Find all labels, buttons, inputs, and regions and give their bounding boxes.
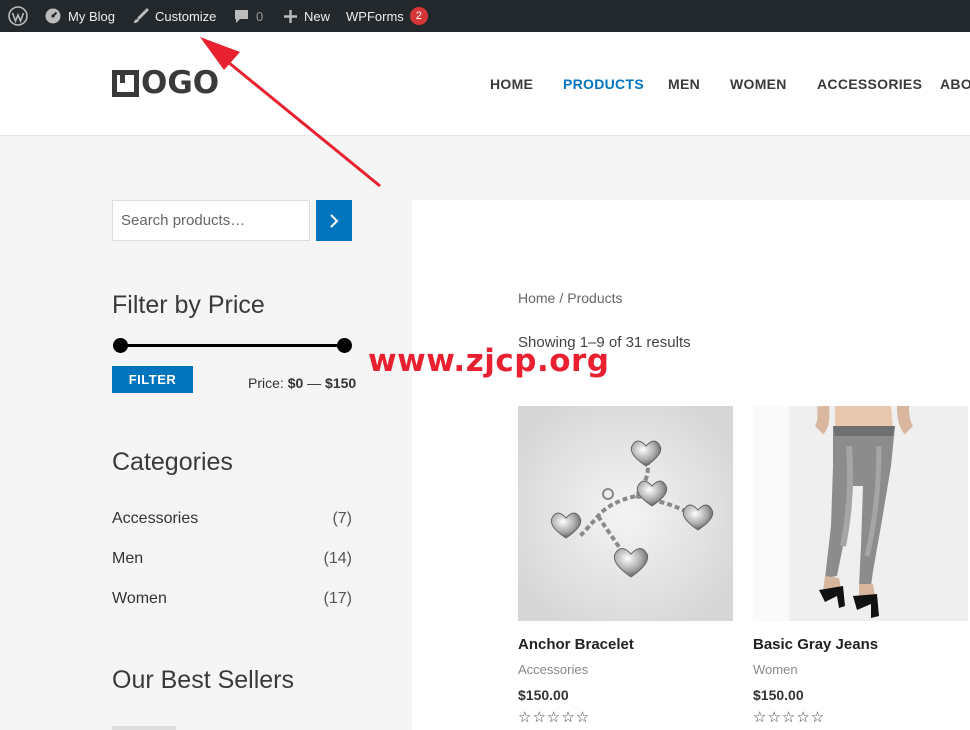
product-title[interactable]: Anchor Bracelet xyxy=(518,636,634,653)
nav-item-products[interactable]: PRODUCTS xyxy=(563,76,644,92)
product-search-input[interactable]: Search products… xyxy=(112,200,310,241)
site-logo[interactable]: OGO xyxy=(112,65,220,101)
chevron-right-icon xyxy=(330,213,339,228)
breadcrumb-current: Products xyxy=(567,290,623,306)
site-name-label: My Blog xyxy=(68,8,115,24)
admin-bar: My Blog Customize 0 New WPForms 2 xyxy=(0,0,970,32)
price-slider-track[interactable] xyxy=(120,344,344,347)
price-slider-max-handle[interactable] xyxy=(337,338,352,353)
star-rating: ☆☆☆☆☆ xyxy=(753,709,826,726)
category-name[interactable]: Women xyxy=(112,590,167,608)
nav-item-home[interactable]: HOME xyxy=(490,76,533,92)
search-submit-button[interactable] xyxy=(316,200,352,241)
wpforms-menu[interactable]: WPForms 2 xyxy=(346,0,428,32)
nav-item-men[interactable]: MEN xyxy=(668,76,700,92)
category-count: (7) xyxy=(332,510,352,527)
product-price: $150.00 xyxy=(753,687,804,703)
category-item[interactable]: Women (17) xyxy=(112,590,352,608)
filter-button[interactable]: FILTER xyxy=(112,366,193,393)
comments-link[interactable]: 0 xyxy=(233,0,263,32)
product-card[interactable]: Basic Gray Jeans Women $150.00 ☆☆☆☆☆ xyxy=(753,406,968,726)
logo-text: OGO xyxy=(141,65,220,101)
comments-count: 0 xyxy=(256,8,264,24)
category-item[interactable]: Accessories (7) xyxy=(112,510,352,528)
price-min: $0 xyxy=(287,375,304,391)
bracelet-icon xyxy=(518,406,733,621)
jeans-model-icon xyxy=(753,406,968,621)
product-title[interactable]: Basic Gray Jeans xyxy=(753,636,878,653)
watermark-text: www.zjcp.org xyxy=(368,343,610,379)
price-max: $150 xyxy=(325,375,357,391)
wordpress-menu[interactable] xyxy=(8,0,28,32)
dashboard-icon xyxy=(45,8,61,24)
search-placeholder: Search products… xyxy=(121,212,246,229)
category-count: (14) xyxy=(323,550,352,567)
categories-title: Categories xyxy=(112,448,233,476)
best-sellers-title: Our Best Sellers xyxy=(112,666,295,694)
product-card[interactable]: Anchor Bracelet Accessories $150.00 ☆☆☆☆… xyxy=(518,406,733,726)
best-seller-thumbnail[interactable] xyxy=(112,726,176,730)
comment-icon xyxy=(235,10,248,23)
category-item[interactable]: Men (14) xyxy=(112,550,352,568)
price-range-label: Price: $0 — $150 xyxy=(248,375,356,391)
paintbrush-icon xyxy=(134,8,149,23)
site-header: OGO HOME PRODUCTS MEN WOMEN ACCESSORIES … xyxy=(0,32,970,136)
site-name-menu[interactable]: My Blog xyxy=(44,0,115,32)
nav-item-women[interactable]: WOMEN xyxy=(730,76,787,92)
logo-mark-icon xyxy=(112,69,139,97)
new-label: New xyxy=(304,8,331,24)
breadcrumb-home-link[interactable]: Home xyxy=(518,290,555,306)
wpforms-label: WPForms xyxy=(346,8,404,24)
product-category[interactable]: Women xyxy=(753,662,798,677)
wpforms-notification-badge: 2 xyxy=(409,7,428,25)
product-price: $150.00 xyxy=(518,687,569,703)
category-count: (17) xyxy=(323,590,352,607)
price-separator: — xyxy=(303,375,326,391)
filter-by-price-title: Filter by Price xyxy=(112,291,265,319)
category-name[interactable]: Accessories xyxy=(112,510,198,528)
breadcrumb: Home / Products xyxy=(518,290,623,306)
category-name[interactable]: Men xyxy=(112,550,143,568)
new-content-menu[interactable]: New xyxy=(283,0,330,32)
price-prefix: Price: xyxy=(248,375,288,391)
customize-label: Customize xyxy=(155,8,217,24)
customize-link[interactable]: Customize xyxy=(132,0,216,32)
breadcrumb-separator: / xyxy=(559,290,564,306)
plus-icon xyxy=(284,9,297,23)
wordpress-icon xyxy=(8,6,28,26)
product-image[interactable] xyxy=(753,406,968,621)
nav-item-accessories[interactable]: ACCESSORIES xyxy=(817,76,922,92)
product-category[interactable]: Accessories xyxy=(518,662,588,677)
star-rating: ☆☆☆☆☆ xyxy=(518,709,591,726)
nav-item-about[interactable]: ABO xyxy=(940,76,970,92)
product-image[interactable] xyxy=(518,406,733,621)
price-slider-min-handle[interactable] xyxy=(113,338,128,353)
